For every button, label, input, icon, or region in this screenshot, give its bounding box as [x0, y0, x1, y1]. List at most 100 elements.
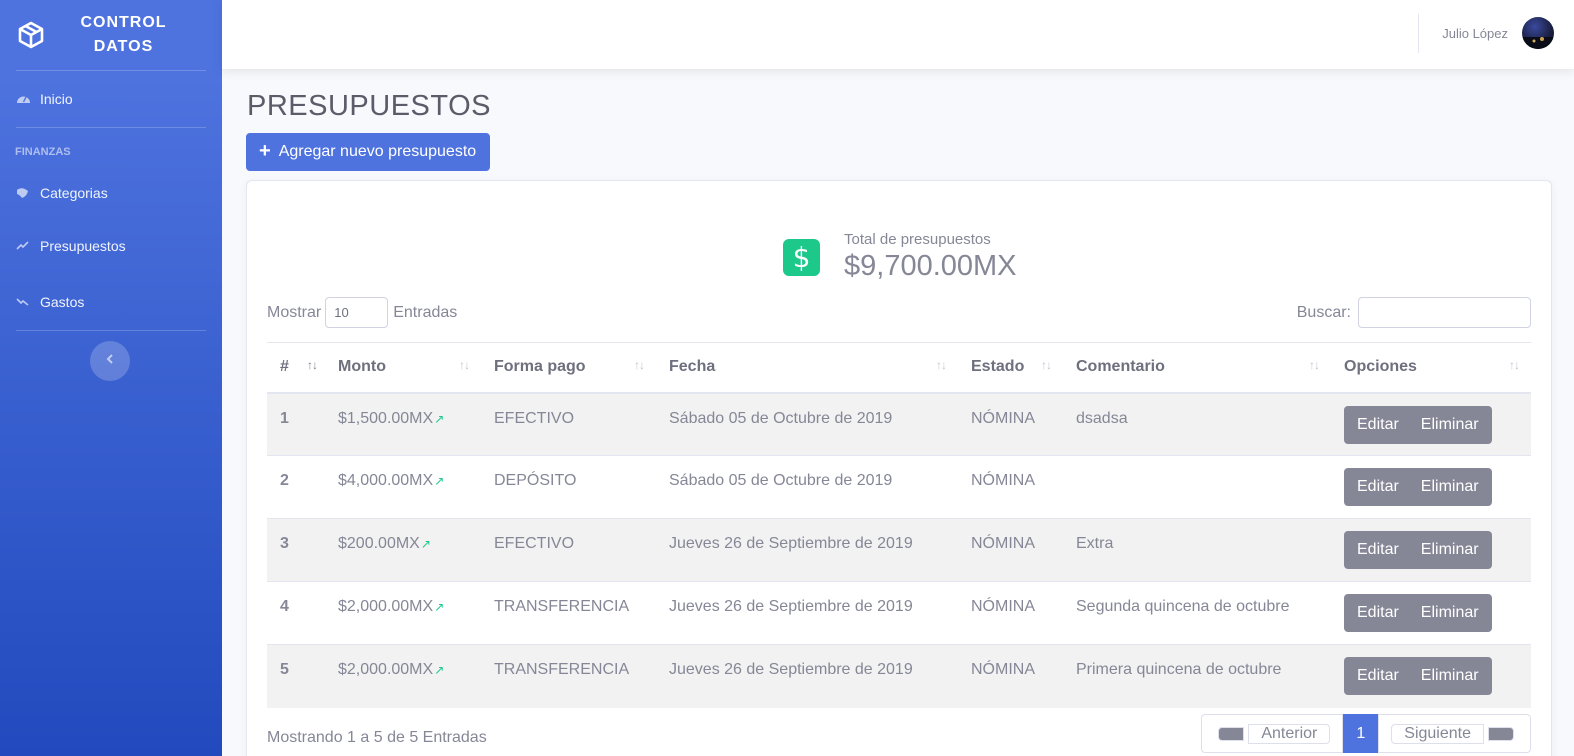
sidebar-item-inicio[interactable]: Inicio: [0, 71, 222, 127]
dollar-icon: $: [783, 238, 820, 276]
topbar-divider: [1418, 14, 1419, 53]
cell-status: NÓMINA: [958, 392, 1063, 456]
delete-button[interactable]: Eliminar: [1411, 468, 1492, 506]
header-comment[interactable]: Comentario ↑↓: [1063, 342, 1331, 394]
header-label: Comentario: [1076, 358, 1165, 376]
pagination-next[interactable]: Siguiente ▶: [1378, 714, 1531, 753]
avatar[interactable]: [1522, 17, 1554, 49]
page-title: PRESUPUESTOS: [247, 90, 491, 122]
cell-method: DEPÓSITO: [481, 455, 656, 519]
cube-icon: [17, 21, 45, 49]
header-options[interactable]: Opciones ↑↓: [1331, 342, 1531, 394]
sidebar-item-presupuestos[interactable]: Presupuestos: [0, 218, 222, 274]
cell-status: NÓMINA: [958, 518, 1063, 582]
sort-icon: ↑↓: [936, 358, 947, 372]
row-actions: Editar Eliminar: [1344, 405, 1492, 444]
delete-button[interactable]: Eliminar: [1411, 594, 1492, 632]
sort-icon: ↑↓: [634, 358, 645, 372]
cell-date: Jueves 26 de Septiembre de 2019: [656, 518, 958, 582]
header-label: Opciones: [1344, 358, 1417, 376]
pagination-page-1[interactable]: 1: [1343, 714, 1379, 753]
total-label: Total de presupuestos: [844, 231, 991, 248]
edit-button[interactable]: Editar: [1344, 657, 1412, 695]
brand[interactable]: CONTROL DATOS: [0, 0, 222, 70]
entries-select[interactable]: 10: [325, 297, 389, 328]
sort-icon: ↑↓: [1309, 358, 1320, 372]
add-budget-button[interactable]: + Agregar nuevo presupuesto: [246, 133, 490, 171]
cell-date: Jueves 26 de Septiembre de 2019: [656, 581, 958, 645]
delete-button[interactable]: Eliminar: [1411, 657, 1492, 695]
cell-status: NÓMINA: [958, 644, 1063, 708]
edit-button[interactable]: Editar: [1344, 594, 1412, 632]
cell-amount: $2,000.00MX↗: [325, 581, 481, 645]
cell-amount: $4,000.00MX↗: [325, 455, 481, 519]
sidebar-item-categorias[interactable]: Categorias: [0, 168, 222, 218]
cell-id: 1: [267, 392, 325, 456]
cell-options: Editar Eliminar: [1331, 392, 1531, 456]
delete-button[interactable]: Eliminar: [1411, 405, 1492, 444]
total-value: $9,700.00MX: [844, 250, 1017, 282]
user-name[interactable]: Julio López: [1442, 26, 1508, 41]
pagination-prev[interactable]: ◀ Anterior: [1201, 714, 1344, 753]
edit-button[interactable]: Editar: [1344, 468, 1412, 506]
header-amount[interactable]: Monto ↑↓: [325, 342, 481, 394]
row-actions: Editar Eliminar: [1344, 594, 1492, 632]
entries-label: Entradas: [393, 303, 458, 321]
sidebar-item-label: Inicio: [40, 91, 73, 107]
cell-method: TRANSFERENCIA: [481, 644, 656, 708]
cell-comment: Primera quincena de octubre: [1063, 644, 1331, 708]
brand-line-2: DATOS: [93, 38, 154, 55]
trend-up-icon: ↗: [434, 600, 445, 614]
sidebar-toggle-button[interactable]: [90, 341, 130, 381]
edit-button[interactable]: Editar: [1344, 405, 1412, 444]
add-budget-label: Agregar nuevo presupuesto: [278, 143, 477, 160]
delete-button[interactable]: Eliminar: [1411, 531, 1492, 569]
sidebar-item-gastos[interactable]: Gastos: [0, 274, 222, 330]
cell-date: Jueves 26 de Septiembre de 2019: [656, 644, 958, 708]
table-row: 5 $2,000.00MX↗ TRANSFERENCIA Jueves 26 d…: [267, 644, 1531, 708]
header-label: Fecha: [669, 358, 716, 376]
show-label: Mostrar: [267, 303, 322, 321]
total-summary: $ Total de presupuestos $9,700.00MX: [783, 231, 1017, 283]
amount-value: $4,000.00MX: [338, 472, 434, 489]
header-label: Monto: [338, 358, 386, 376]
cell-id: 5: [267, 644, 325, 708]
cell-method: EFECTIVO: [481, 518, 656, 582]
budgets-table: # ↑↓ Monto ↑↓ Forma pago ↑↓ Fecha ↑↓ Estado ↑…: [267, 342, 1531, 708]
cell-status: NÓMINA: [958, 455, 1063, 519]
sidebar: CONTROL DATOS Inicio FINANZAS Categorias…: [0, 0, 222, 756]
search-input[interactable]: [1358, 297, 1531, 328]
cell-amount: $1,500.00MX↗: [325, 392, 481, 456]
row-actions: Editar Eliminar: [1344, 468, 1492, 506]
chevron-left-icon: [105, 352, 115, 370]
palette-icon: [16, 187, 32, 199]
header-id[interactable]: # ↑↓: [267, 342, 325, 394]
header-status[interactable]: Estado ↑↓: [958, 342, 1063, 394]
sidebar-item-label: Gastos: [40, 294, 85, 310]
cell-options: Editar Eliminar: [1331, 518, 1531, 582]
cell-status: NÓMINA: [958, 581, 1063, 645]
sidebar-divider: [16, 330, 206, 331]
header-date[interactable]: Fecha ↑↓: [656, 342, 958, 394]
cell-id: 4: [267, 581, 325, 645]
cell-date: Sábado 05 de Octubre de 2019: [656, 392, 958, 456]
trend-up-icon: ↗: [434, 663, 445, 677]
next-label: Siguiente: [1391, 723, 1484, 744]
header-method[interactable]: Forma pago ↑↓: [481, 342, 656, 394]
prev-label: Anterior: [1248, 723, 1331, 744]
budgets-card: $ Total de presupuestos $9,700.00MX Most…: [246, 180, 1552, 756]
cell-amount: $2,000.00MX↗: [325, 644, 481, 708]
sort-icon: ↑↓: [459, 358, 470, 372]
header-label: Estado: [971, 358, 1025, 376]
arrow-right-circle-icon: ▶: [1488, 726, 1514, 741]
sort-icon: ↑↓: [1041, 358, 1052, 372]
sort-icon: ↑↓: [1509, 358, 1520, 372]
trend-up-icon: ↗: [434, 474, 445, 488]
sidebar-item-label: Categorias: [40, 185, 108, 201]
table-row: 2 $4,000.00MX↗ DEPÓSITO Sábado 05 de Oct…: [267, 455, 1531, 519]
edit-button[interactable]: Editar: [1344, 531, 1412, 569]
sort-icon: ↑↓: [307, 358, 318, 372]
plus-icon: +: [259, 139, 271, 162]
cell-options: Editar Eliminar: [1331, 455, 1531, 519]
sidebar-item-label: Presupuestos: [40, 238, 126, 254]
